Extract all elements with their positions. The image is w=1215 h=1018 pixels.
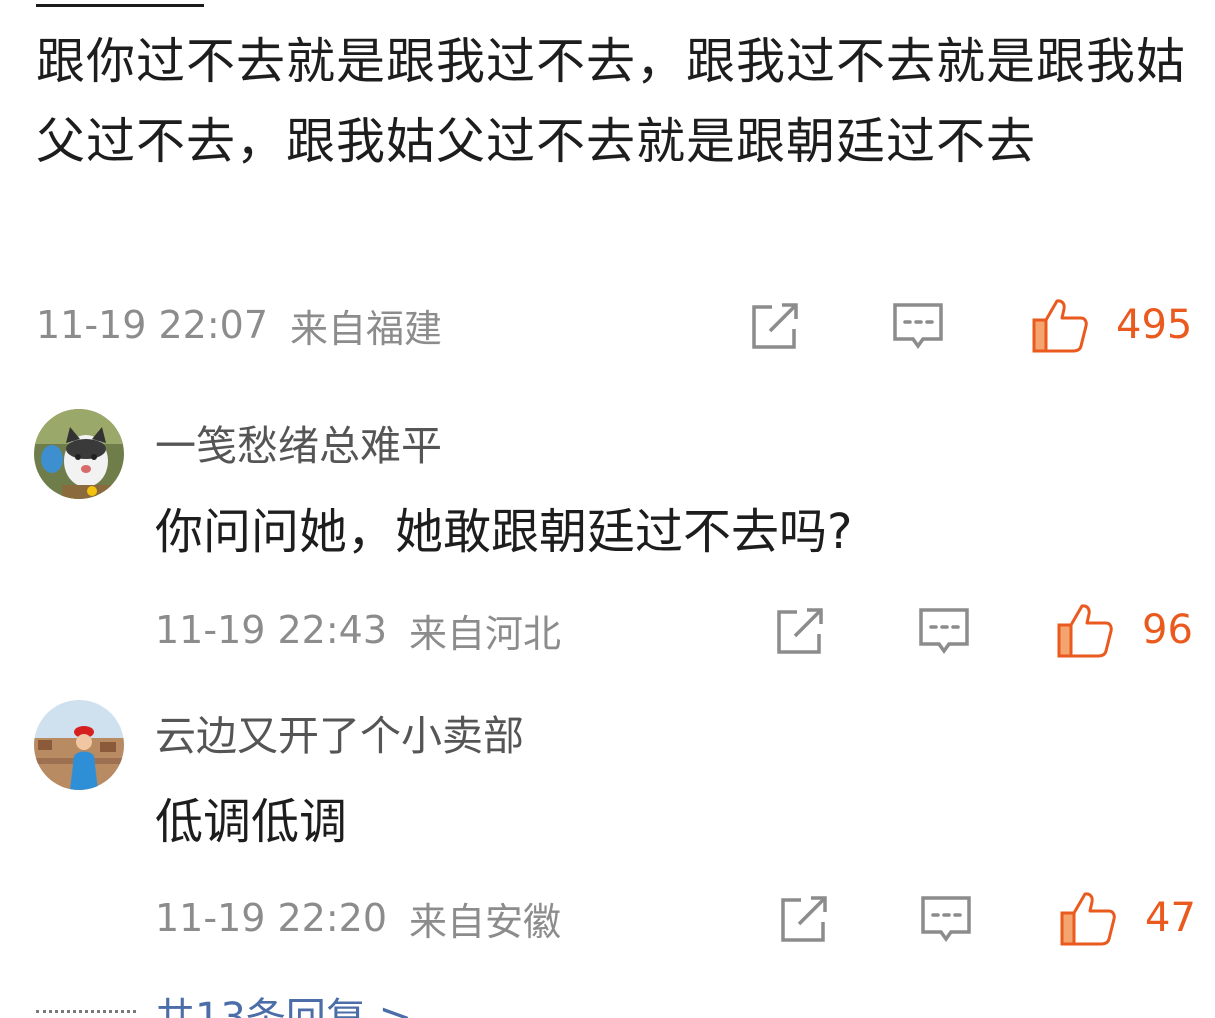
share-button[interactable] bbox=[773, 604, 827, 658]
like-count: 47 bbox=[1145, 895, 1196, 941]
comment-icon bbox=[893, 303, 943, 350]
comment-button[interactable] bbox=[917, 604, 971, 658]
comment-thread: 跟你过不去就是跟我过不去，跟我过不去就是跟我姑父过不去，跟我姑父过不去就是跟朝廷… bbox=[0, 0, 1215, 1018]
comment-location: 来自安徽 bbox=[409, 899, 562, 944]
comment-time: 11-19 22:43 bbox=[155, 608, 388, 652]
comment-button[interactable] bbox=[891, 299, 945, 353]
woman-avatar-image bbox=[34, 700, 124, 790]
comment-location: 来自福建 bbox=[290, 306, 443, 351]
reply-meta: 11-19 22:43 来自河北 96 bbox=[155, 600, 1195, 660]
share-button[interactable] bbox=[748, 299, 802, 353]
comment-icon bbox=[921, 896, 971, 943]
cropped-previous-line bbox=[36, 0, 204, 7]
share-icon bbox=[752, 303, 798, 349]
thumbs-up-icon bbox=[1057, 604, 1113, 658]
comment-location: 来自河北 bbox=[409, 611, 562, 656]
thumbs-up-icon bbox=[1060, 892, 1116, 946]
avatar[interactable] bbox=[34, 409, 124, 499]
comment-button[interactable] bbox=[919, 892, 973, 946]
like-button[interactable] bbox=[1058, 888, 1118, 948]
avatar[interactable] bbox=[34, 700, 124, 790]
like-count: 495 bbox=[1116, 302, 1193, 348]
reply-username[interactable]: 一笺愁绪总难平 bbox=[155, 412, 442, 472]
share-button[interactable] bbox=[777, 892, 831, 946]
reply-meta: 11-19 22:20 来自安徽 47 bbox=[155, 888, 1196, 948]
comment-time: 11-19 22:20 bbox=[155, 896, 388, 940]
reply-username[interactable]: 云边又开了个小卖部 bbox=[155, 702, 524, 762]
reply-text: 低调低调 bbox=[155, 794, 348, 850]
comment-time: 11-19 22:07 bbox=[36, 303, 269, 347]
cat-avatar-image bbox=[34, 409, 124, 499]
main-comment-meta: 11-19 22:07 来自福建 495 bbox=[36, 295, 1196, 355]
reply-text: 你问问她，她敢跟朝廷过不去吗? bbox=[155, 504, 853, 560]
thumbs-up-icon bbox=[1032, 299, 1088, 353]
share-icon bbox=[777, 608, 823, 654]
more-replies-link[interactable]: 共13条回复 > bbox=[155, 985, 412, 1018]
main-comment-text: 跟你过不去就是跟我过不去，跟我过不去就是跟我姑父过不去，跟我姑父过不去就是跟朝廷… bbox=[36, 33, 1187, 170]
footer-divider bbox=[36, 1010, 136, 1016]
share-icon bbox=[781, 896, 827, 942]
like-button[interactable] bbox=[1055, 600, 1115, 660]
comment-icon bbox=[919, 608, 969, 655]
like-button[interactable] bbox=[1030, 295, 1090, 355]
like-count: 96 bbox=[1142, 607, 1193, 653]
